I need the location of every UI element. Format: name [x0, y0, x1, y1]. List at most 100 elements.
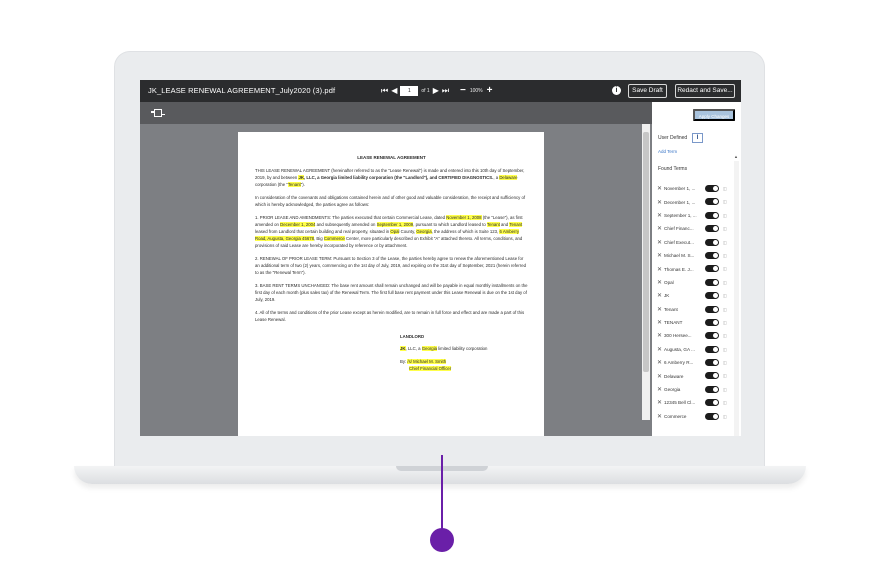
found-term-row[interactable]: ✕ Thomas E. J... ◫ [657, 262, 735, 275]
page-number-input[interactable] [400, 86, 419, 96]
term-toggle[interactable] [705, 318, 719, 326]
remove-term-icon[interactable]: ✕ [657, 332, 664, 339]
term-toggle[interactable] [705, 412, 719, 420]
scroll-up-icon[interactable]: ▲ [734, 154, 738, 159]
remove-term-icon[interactable]: ✕ [657, 319, 664, 326]
term-toggle[interactable] [705, 399, 719, 407]
remove-term-icon[interactable]: ✕ [657, 292, 664, 299]
highlight-term[interactable]: November 1, 2008 [446, 215, 482, 220]
found-term-row[interactable]: ✕ 12345 Bell Cl... ◫ [657, 396, 735, 409]
zoom-in-icon[interactable]: + [487, 84, 493, 98]
text-cursor-icon[interactable]: I [692, 133, 703, 143]
zoom-out-icon[interactable]: − [460, 84, 466, 98]
term-toggle[interactable] [705, 251, 719, 259]
last-page-icon[interactable]: ⏭ [442, 84, 449, 98]
remove-term-icon[interactable]: ✕ [657, 346, 664, 353]
highlight-term[interactable]: September 1, 2009 [376, 222, 414, 227]
term-toggle[interactable] [705, 305, 719, 313]
term-toggle[interactable] [705, 359, 719, 367]
term-toggle[interactable] [705, 198, 719, 206]
remove-term-icon[interactable]: ✕ [657, 212, 664, 219]
occurrence-icon: ◫ [723, 226, 727, 232]
remove-term-icon[interactable]: ✕ [657, 386, 664, 393]
highlight-term[interactable]: Commerce [323, 236, 345, 241]
highlight-term[interactable]: /s/ Michael M. Smith [407, 359, 447, 364]
remove-term-icon[interactable]: ✕ [657, 399, 664, 406]
first-page-icon[interactable]: ⏮ [381, 84, 388, 98]
term-toggle[interactable] [705, 292, 719, 300]
term-toggle[interactable] [705, 345, 719, 353]
remove-term-icon[interactable]: ✕ [657, 266, 664, 273]
prev-page-icon[interactable]: ◀ [391, 84, 397, 98]
found-term-row[interactable]: ✕ September 1, ... ◫ [657, 209, 735, 222]
add-term-link[interactable]: Add Term [658, 149, 677, 154]
remove-term-icon[interactable]: ✕ [657, 359, 664, 366]
found-term-row[interactable]: ✕ JK ◫ [657, 289, 735, 302]
remove-term-icon[interactable]: ✕ [657, 252, 664, 259]
found-term-row[interactable]: ✕ Chief Financ... ◫ [657, 222, 735, 235]
found-term-row[interactable]: ✕ Delaware ◫ [657, 369, 735, 382]
found-term-row[interactable]: ✕ Chief Execut... ◫ [657, 236, 735, 249]
remove-term-icon[interactable]: ✕ [657, 279, 664, 286]
document-scroll-thumb[interactable] [643, 132, 649, 372]
signature-block: LANDLORD JK, LLC, a Georgia limited liab… [400, 333, 528, 372]
found-term-row[interactable]: ✕ TENANT ◫ [657, 316, 735, 329]
highlight-term[interactable]: Chief Financial Officer [409, 366, 452, 371]
term-toggle[interactable] [705, 185, 719, 192]
next-page-icon[interactable]: ▶ [433, 84, 439, 98]
term-toggle[interactable] [705, 385, 719, 393]
remove-term-icon[interactable]: ✕ [657, 413, 664, 420]
remove-term-icon[interactable]: ✕ [657, 373, 664, 380]
highlight-term[interactable]: Tenant [486, 222, 500, 227]
occurrence-icon: ◫ [723, 400, 727, 406]
term-name: Chief Execut... [664, 239, 694, 245]
signature-role-line: Chief Financial Officer [409, 365, 528, 372]
save-draft-button[interactable]: Save Draft [628, 84, 667, 98]
highlight-term[interactable]: Georgia [416, 229, 432, 234]
found-term-row[interactable]: ✕ 300 Hersee... ◫ [657, 329, 735, 342]
highlight-term[interactable]: Tenant [287, 182, 301, 187]
highlight-term[interactable]: Georgia [421, 346, 438, 351]
text-run: County, [399, 229, 417, 234]
redact-and-save-button[interactable]: Redact and Save... [675, 84, 735, 98]
term-toggle[interactable] [705, 211, 719, 219]
term-toggle[interactable] [705, 265, 719, 273]
term-name: Tenant [664, 306, 678, 312]
doc-paragraph-4: 4. All of the terms and conditions of th… [255, 310, 525, 322]
found-term-row[interactable]: ✕ December 1, ... ◫ [657, 195, 735, 208]
text-run: leased from Landlord that certain buildi… [255, 229, 391, 234]
term-toggle[interactable] [705, 278, 719, 286]
occurrence-icon: ◫ [723, 212, 727, 218]
callout-dot [430, 528, 454, 552]
term-toggle[interactable] [705, 225, 719, 233]
found-term-row[interactable]: ✕ Augusta, GA ... ◫ [657, 343, 735, 356]
doc-paragraph-intro: THIS LEASE RENEWAL AGREEMENT (hereinafte… [255, 167, 528, 188]
found-term-row[interactable]: ✕ November 1, ... ◫ [657, 182, 735, 195]
remove-term-icon[interactable]: ✕ [657, 185, 664, 192]
highlight-term[interactable]: Delaware [499, 175, 518, 180]
remove-term-icon[interactable]: ✕ [657, 225, 664, 232]
terms-scrollbar[interactable] [734, 161, 739, 436]
remove-term-icon[interactable]: ✕ [657, 239, 664, 246]
occurrence-icon: ◫ [723, 386, 727, 392]
found-term-row[interactable]: ✕ Michael M. S... ◫ [657, 249, 735, 262]
found-term-row[interactable]: ✕ Tenant ◫ [657, 303, 735, 316]
highlight-term[interactable]: December 1, 2004 [280, 222, 316, 227]
remove-term-icon[interactable]: ✕ [657, 306, 664, 313]
term-toggle[interactable] [705, 372, 719, 380]
found-term-row[interactable]: ✕ Commerce ◫ [657, 410, 735, 423]
term-name: Chief Financ... [664, 226, 694, 232]
remove-term-icon[interactable]: ✕ [657, 199, 664, 206]
term-toggle[interactable] [705, 238, 719, 246]
text-run: , pursuant to which Landlord leased to [413, 222, 487, 227]
found-term-row[interactable]: ✕ Opal ◫ [657, 276, 735, 289]
crop-icon[interactable] [151, 109, 165, 117]
found-term-row[interactable]: ✕ Georgia ◫ [657, 383, 735, 396]
found-term-row[interactable]: ✕ 6 Amberry R... ◫ [657, 356, 735, 369]
apply-changes-button[interactable]: Apply Changes [693, 109, 735, 121]
info-icon[interactable]: i [612, 86, 621, 95]
term-name: JK [664, 293, 670, 299]
term-toggle[interactable] [705, 332, 719, 340]
file-title: JK_LEASE RENEWAL AGREEMENT_July2020 (3).… [148, 86, 336, 95]
highlight-term[interactable]: Tenant [509, 222, 523, 227]
